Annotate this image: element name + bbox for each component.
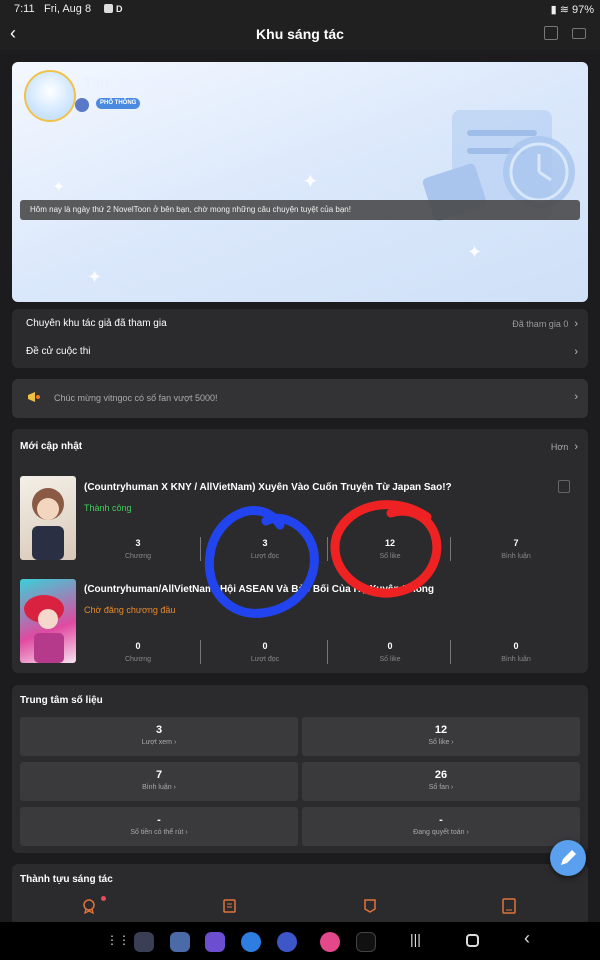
status-bar: 7:11 Fri, Aug 8 D ▮ ≋ 97% (0, 0, 600, 18)
pencil-icon (561, 850, 576, 865)
notification-icon (104, 4, 113, 13)
stat-chapters: 0 Chương (124, 641, 151, 663)
achievements-card: Thành tựu sáng tác (12, 864, 588, 924)
divider (200, 640, 201, 664)
tile-views[interactable]: 3 Lượt xem › (20, 717, 298, 756)
wifi-icon: ≋ (559, 4, 569, 16)
menu-item-value: Đã tham gia 0 (512, 319, 569, 329)
stat-chapters: 3 Chương (124, 538, 151, 560)
sparkle-icon: ✦ (52, 179, 66, 196)
calendar-icon[interactable] (544, 26, 558, 40)
battery-level: 97% (571, 4, 594, 16)
stat-reads: 0 Lượt đọc (250, 641, 280, 663)
notification-letter: D (116, 4, 123, 14)
battery-saver-icon: ▮ (550, 4, 557, 16)
welcome-message: Hôm nay là ngày thứ 2 NovelToon ở bên bạ… (20, 200, 580, 220)
page-title: Khu sáng tác (256, 26, 344, 42)
app-icon[interactable] (320, 932, 340, 952)
stat-comments: 7 Bình luận (501, 538, 531, 560)
congrats-banner[interactable]: Chúc mừng vitngoc có số fan vượt 5000! › (12, 379, 588, 418)
book-status: Thành công (84, 503, 132, 513)
megaphone-icon (28, 392, 40, 402)
data-center-card: Trung tâm số liệu 3 Lượt xem › 12 Số like … (12, 685, 588, 853)
menu-card: Chuyên khu tác giả đã tham gia Đã tham g… (12, 309, 588, 368)
book-cover[interactable] (20, 476, 76, 560)
stat-reads: 3 Lượt đọc (250, 538, 280, 560)
menu-item-contest[interactable]: Đề cử cuộc thi › (26, 346, 578, 358)
certificate-icon[interactable] (222, 898, 238, 914)
menu-item-label: Đề cử cuộc thi (26, 346, 91, 357)
home-icon[interactable] (466, 934, 479, 947)
system-nav-bar: ⋮⋮⋮ ||| ‹ (0, 922, 600, 960)
chevron-right-icon: › (574, 346, 578, 358)
tile-withdrawable[interactable]: - Số tiền có thể rút › (20, 807, 298, 846)
profile-banner: ✦ ✦ ✦ ✦ Yuri - four of cups PHỔ THÔNG Hô… (12, 62, 588, 302)
write-fab-button[interactable] (550, 840, 586, 876)
status-time: 7:11 (14, 3, 35, 15)
book-clock-illustration-icon (422, 110, 575, 221)
recent-updates-card: Mới cập nhật Hơn › (Countryhuman X KNY / … (12, 429, 588, 673)
menu-item-label: Chuyên khu tác giả đã tham gia (26, 318, 167, 329)
copy-icon[interactable] (558, 480, 570, 493)
more-link[interactable]: Hơn › (551, 441, 578, 453)
app-icon[interactable] (134, 932, 154, 952)
stat-likes: 0 Số like (379, 641, 401, 663)
book-status: Chờ đăng chương đầu (84, 605, 176, 615)
notification-dot (101, 896, 106, 901)
chevron-right-icon: › (574, 391, 578, 403)
recents-icon[interactable]: ||| (410, 931, 421, 947)
medal-icon[interactable] (81, 898, 97, 914)
stat-comments: 0 Bình luận (501, 641, 531, 663)
tile-settling[interactable]: - Đang quyết toán › (302, 807, 580, 846)
sparkle-icon: ✦ (302, 171, 319, 193)
settings-app-icon[interactable] (170, 932, 190, 952)
book-cover[interactable] (20, 579, 76, 663)
menu-item-joined-zones[interactable]: Chuyên khu tác giả đã tham gia Đã tham g… (26, 318, 578, 330)
divider (450, 537, 451, 561)
book-title[interactable]: (Countryhuman/AllVietNam) Hội ASEAN Và B… (84, 584, 514, 595)
section-title: Mới cập nhật (20, 441, 83, 452)
level-badge-icon[interactable] (362, 898, 378, 914)
tier-badge: PHỔ THÔNG (96, 98, 141, 109)
tile-fans[interactable]: 26 Số fan › (302, 762, 580, 801)
back-nav-icon[interactable]: ‹ (524, 928, 530, 949)
congrats-text: Chúc mừng vitngoc có số fan vượt 5000! (54, 393, 218, 403)
chevron-right-icon: › (574, 318, 578, 330)
status-date: Fri, Aug 8 (44, 3, 92, 15)
app-icon[interactable] (205, 932, 225, 952)
divider (200, 537, 201, 561)
book-title[interactable]: (Countryhuman X KNY / AllVietNam) Xuyên … (84, 482, 514, 493)
level-icon (75, 98, 89, 112)
tiktok-app-icon[interactable] (356, 932, 376, 952)
avatar[interactable] (24, 70, 76, 122)
tile-comments[interactable]: 7 Bình luận › (20, 762, 298, 801)
mail-icon[interactable] (572, 28, 586, 39)
stat-likes: 12 Số like (379, 538, 401, 560)
divider (450, 640, 451, 664)
section-title: Trung tâm số liệu (20, 695, 103, 706)
word-count-icon[interactable] (501, 898, 517, 914)
username: Yuri - four of cups (84, 74, 196, 89)
tile-likes[interactable]: 12 Số like › (302, 717, 580, 756)
section-title: Thành tựu sáng tác (20, 874, 113, 885)
chevron-right-icon: › (574, 441, 578, 453)
browser-app-icon[interactable] (277, 932, 297, 952)
top-bar: ‹ Khu sáng tác (0, 18, 600, 50)
status-right: ▮ ≋ 97% (551, 3, 594, 16)
messages-app-icon[interactable] (241, 932, 261, 952)
sparkle-icon: ✦ (87, 267, 103, 287)
